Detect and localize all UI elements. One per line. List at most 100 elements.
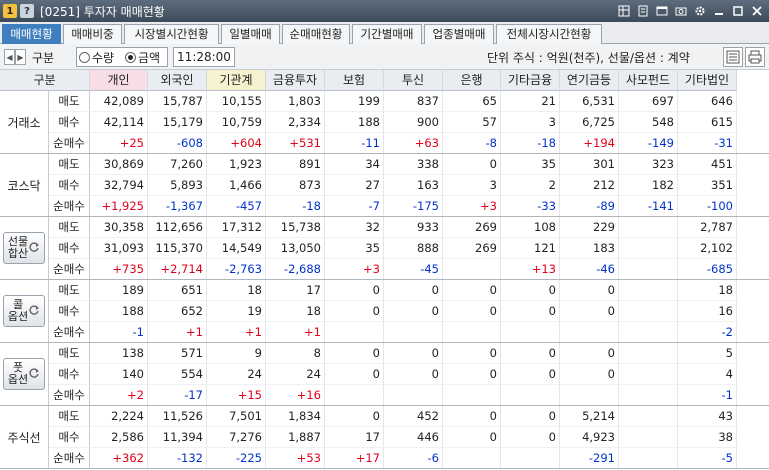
table-cell: 301 <box>560 154 619 175</box>
table-cell: 5,893 <box>148 175 207 196</box>
radio-quantity-dot[interactable] <box>79 52 90 63</box>
table-cell: 269 <box>443 217 501 238</box>
col-header: 연기금등 <box>560 70 619 91</box>
row-label: 매도 <box>49 91 90 112</box>
table-cell: 323 <box>619 154 678 175</box>
table-cell: 652 <box>148 301 207 322</box>
table-cell: 7,276 <box>207 427 266 448</box>
table-cell: 163 <box>384 175 443 196</box>
table-cell: 34 <box>325 154 384 175</box>
row-label: 매수 <box>49 364 90 385</box>
table-cell: 57 <box>443 112 501 133</box>
col-header: 개인 <box>90 70 148 91</box>
group-name: 주식선 <box>7 430 41 445</box>
table-cell: -2 <box>678 322 737 343</box>
table-cell: 888 <box>384 238 443 259</box>
prev-arrow-button[interactable]: ◀ <box>4 49 15 65</box>
minimize-icon[interactable] <box>711 3 727 19</box>
investor-trading-table: 구분 개인 외국인 기관계 금융투자 보험 투신 은행 기타금융 연기금등 사모펀드 기타법인 거래소 매… <box>0 70 769 470</box>
table-cell: -8 <box>443 133 501 154</box>
table-cell: 0 <box>325 343 384 364</box>
table-cell: -6 <box>384 448 443 469</box>
group-toggle-button[interactable]: 선물 합산 <box>3 232 45 264</box>
table-cell: 0 <box>443 301 501 322</box>
table-cell: 30,358 <box>90 217 148 238</box>
radio-amount[interactable]: 금액 <box>125 49 160 66</box>
next-arrow-button[interactable]: ▶ <box>15 49 26 65</box>
group-label: 풋 옵션 <box>0 343 49 406</box>
tab-bar: 매매현황 매매비중 시장별시간현황 일별매매 순매매현황 기간별매매 업종별매매… <box>0 22 769 44</box>
table-cell <box>619 385 678 406</box>
table-cell: 446 <box>384 427 443 448</box>
close-icon[interactable] <box>749 3 765 19</box>
table-cell: 2 <box>501 175 560 196</box>
table-cell: 0 <box>384 343 443 364</box>
table-cell: 10,155 <box>207 91 266 112</box>
table-cell: 182 <box>619 175 678 196</box>
table-cell: 43 <box>678 406 737 427</box>
table-cell: 19 <box>207 301 266 322</box>
table-cell: 9 <box>207 343 266 364</box>
radio-amount-label: 금액 <box>138 51 161 65</box>
table-cell: 11,526 <box>148 406 207 427</box>
tab-trading-status[interactable]: 매매현황 <box>2 24 61 44</box>
table-cell: 30,869 <box>90 154 148 175</box>
table-cell: 42,114 <box>90 112 148 133</box>
table-cell <box>443 385 501 406</box>
screen-number-badge[interactable]: 1 <box>3 4 17 18</box>
table-cell: -18 <box>266 196 325 217</box>
table-cell: +17 <box>325 448 384 469</box>
table-cell: 351 <box>678 175 737 196</box>
tab-market-time[interactable]: 시장별시간현황 <box>124 24 219 44</box>
table-cell <box>501 385 560 406</box>
time-input[interactable]: 11:28:00 <box>173 47 235 67</box>
link-icon[interactable] <box>635 3 651 19</box>
group-label: 코스닥 <box>0 154 49 217</box>
table-cell: -132 <box>148 448 207 469</box>
group-toggle-button[interactable]: 콜 옵션 <box>3 295 45 327</box>
tab-daily[interactable]: 일별매매 <box>221 24 280 44</box>
table-cell: +15 <box>207 385 266 406</box>
table-cell: 0 <box>501 280 560 301</box>
radio-amount-dot[interactable] <box>125 52 136 63</box>
table-cell: 35 <box>501 154 560 175</box>
table-cell: 338 <box>384 154 443 175</box>
table-cell: -2,763 <box>207 259 266 280</box>
window-icon[interactable] <box>654 3 670 19</box>
table-cell: -608 <box>148 133 207 154</box>
tab-sector[interactable]: 업종별매매 <box>424 24 494 44</box>
group-name: 풋 옵션 <box>7 361 29 386</box>
table-cell: 3 <box>501 112 560 133</box>
tab-trading-ratio[interactable]: 매매비중 <box>63 24 122 44</box>
tab-period[interactable]: 기간별매매 <box>352 24 422 44</box>
table-cell: +16 <box>266 385 325 406</box>
refresh-icon <box>28 367 40 382</box>
maximize-icon[interactable] <box>730 3 746 19</box>
tab-net-trading[interactable]: 순매매현황 <box>282 24 350 44</box>
table-cell: 646 <box>678 91 737 112</box>
menu-grid-icon[interactable] <box>616 3 632 19</box>
row-label: 매수 <box>49 301 90 322</box>
gear-icon[interactable] <box>692 3 708 19</box>
table-cell: 1,803 <box>266 91 325 112</box>
group-toggle-button[interactable]: 풋 옵션 <box>3 358 45 390</box>
table-cell: 21 <box>501 91 560 112</box>
camera-icon[interactable] <box>673 3 689 19</box>
row-label: 순매수 <box>49 448 90 469</box>
table-cell: 5 <box>678 343 737 364</box>
table-cell: 189 <box>90 280 148 301</box>
table-cell: 1,887 <box>266 427 325 448</box>
table-cell: +3 <box>443 196 501 217</box>
table-cell: 32 <box>325 217 384 238</box>
list-view-icon[interactable] <box>723 47 743 67</box>
radio-quantity[interactable]: 수량 <box>79 49 114 66</box>
table-cell: 3 <box>443 175 501 196</box>
print-icon[interactable] <box>745 47 765 67</box>
table-cell: 6,531 <box>560 91 619 112</box>
help-badge[interactable]: ? <box>20 4 34 18</box>
refresh-icon <box>28 304 40 319</box>
tab-all-market-time[interactable]: 전체시장시간현황 <box>496 24 602 44</box>
table-cell: 18 <box>266 301 325 322</box>
table-cell: 837 <box>384 91 443 112</box>
row-label: 매수 <box>49 427 90 448</box>
